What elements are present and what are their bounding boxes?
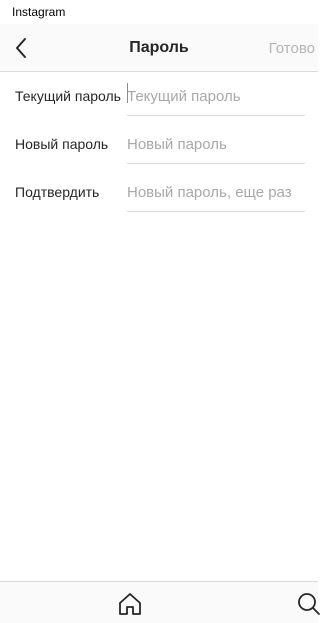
home-icon	[119, 593, 141, 615]
text-caret	[127, 83, 128, 103]
nav-home-button[interactable]	[117, 592, 143, 616]
new-password-row: Новый пароль	[0, 120, 318, 168]
current-password-label: Текущий пароль	[15, 88, 121, 104]
new-password-input[interactable]	[127, 126, 305, 164]
bottom-navigation	[0, 581, 320, 623]
nav-search-button[interactable]	[297, 592, 320, 616]
current-password-row: Текущий пароль	[0, 72, 318, 120]
confirm-password-label: Подтвердить	[15, 184, 100, 200]
done-button[interactable]: Готово	[269, 40, 315, 57]
confirm-password-input[interactable]	[127, 174, 305, 212]
search-icon	[298, 593, 320, 615]
confirm-password-row: Подтвердить	[0, 168, 318, 216]
page-header: Пароль Готово	[0, 24, 318, 72]
new-password-label: Новый пароль	[15, 136, 109, 152]
window-title: Instagram	[12, 5, 66, 19]
window-titlebar: Instagram	[0, 0, 318, 24]
current-password-input[interactable]	[127, 78, 305, 116]
